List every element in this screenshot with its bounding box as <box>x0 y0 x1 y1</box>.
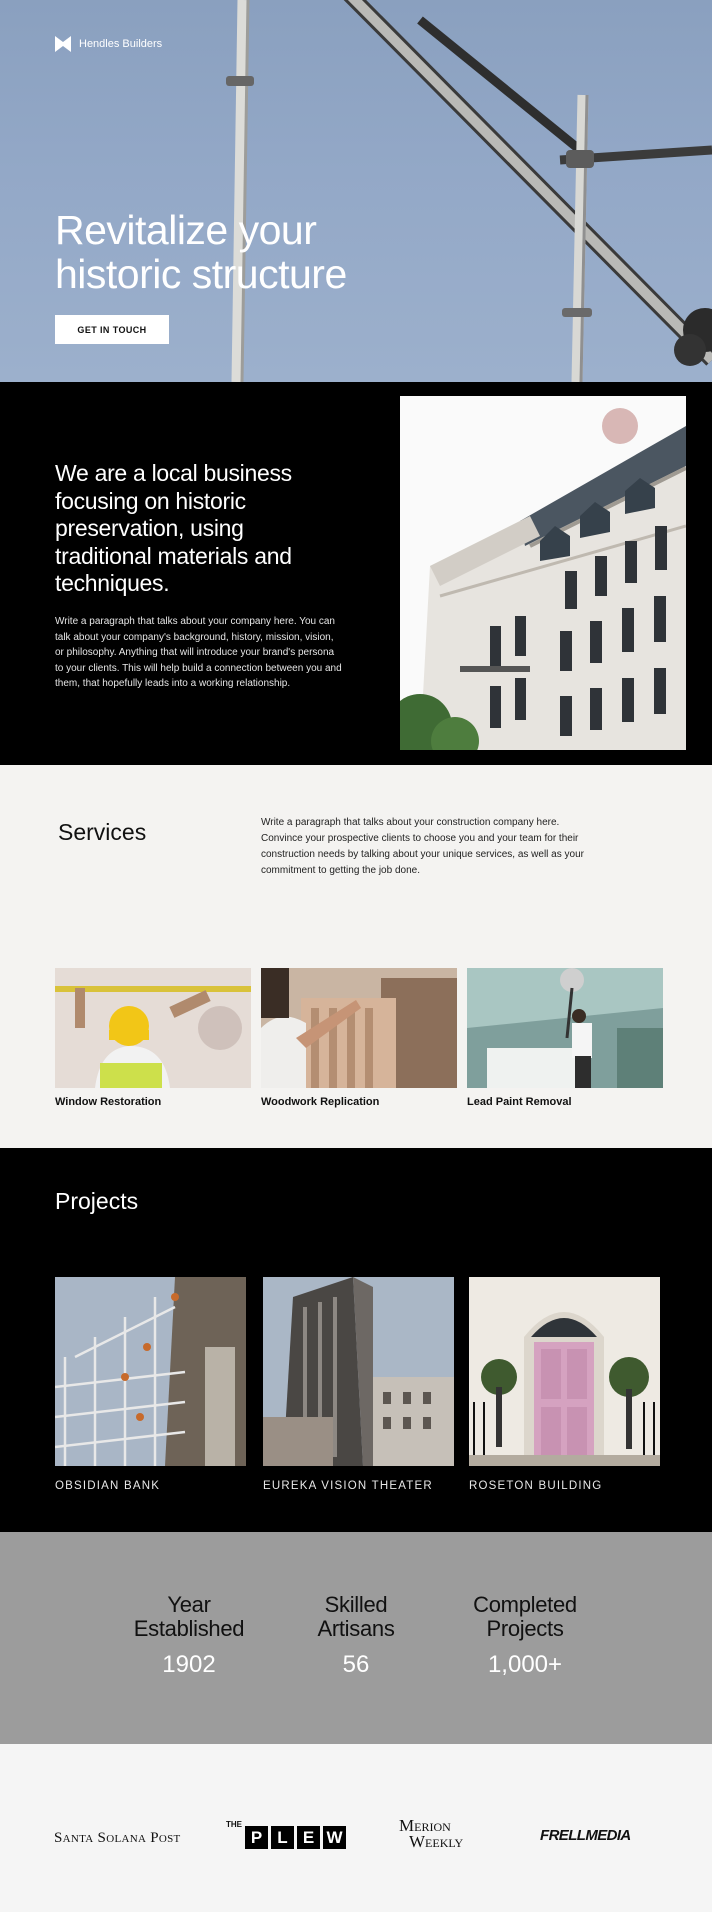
stat-completed-projects: Completed Projects 1,000+ <box>455 1593 595 1679</box>
project-label: OBSIDIAN BANK <box>55 1480 161 1492</box>
about-body: Write a paragraph that talks about your … <box>55 616 342 689</box>
santa-solana-post-logo: Santa Solana Post <box>54 1830 181 1846</box>
plew-letter: L <box>271 1826 294 1849</box>
the-plew-prefix: THE <box>226 1820 242 1829</box>
projects-title: Projects <box>55 1188 139 1214</box>
eureka-vision-theater-photo <box>263 1277 454 1466</box>
stat-value: 1902 <box>162 1651 216 1678</box>
stat-title-line1: Skilled <box>324 1592 388 1617</box>
get-in-touch-button[interactable]: GET IN TOUCH <box>55 315 169 344</box>
hero-title-line2: historic structure <box>55 251 347 297</box>
projects-section: Projects OBSIDIAN BANK EUREKA VISION THE… <box>0 1148 712 1532</box>
plew-letter: P <box>245 1826 268 1849</box>
woodwork-replication-photo <box>261 968 457 1088</box>
stat-skilled-artisans: Skilled Artisans 56 <box>296 1593 416 1679</box>
stat-title: Year Established <box>120 1593 258 1641</box>
project-card-obsidian-bank[interactable]: OBSIDIAN BANK <box>55 1277 246 1492</box>
press-logos-section: Santa Solana Post THE P L E W Merion Wee… <box>0 1744 712 1912</box>
plew-letter: E <box>297 1826 320 1849</box>
plew-letter: W <box>323 1826 346 1849</box>
the-plew-letters: P L E W <box>245 1826 346 1849</box>
stat-value: 1,000+ <box>487 1651 563 1678</box>
obsidian-bank-photo <box>55 1277 246 1466</box>
the-plew-logo: THE P L E W <box>226 1818 346 1849</box>
service-card-lead-paint-removal[interactable]: Lead Paint Removal <box>467 968 663 1108</box>
about-heading: We are a local business focusing on hist… <box>55 460 292 596</box>
project-label: EUREKA VISION THEATER <box>263 1480 433 1492</box>
stat-title-line2: Projects <box>486 1616 564 1641</box>
frellmedia-logo: FRELLMEDIA <box>540 1827 631 1844</box>
lead-paint-removal-photo <box>467 968 663 1088</box>
project-card-roseton-building[interactable]: ROSETON BUILDING <box>469 1277 660 1492</box>
stat-title-line1: Year <box>167 1592 211 1617</box>
hero-title: Revitalize your historic structure <box>55 208 347 296</box>
about-section: We are a local business focusing on hist… <box>0 382 712 765</box>
services-intro: Write a paragraph that talks about your … <box>261 817 584 876</box>
project-label: ROSETON BUILDING <box>469 1480 603 1492</box>
brand-mark-icon <box>55 36 71 52</box>
stat-title-line2: Established <box>133 1616 245 1641</box>
stat-title: Skilled Artisans <box>296 1593 416 1641</box>
merion-weekly-logo: Merion Weekly <box>399 1817 464 1851</box>
stat-value: 56 <box>342 1651 370 1678</box>
stats-section: Year Established 1902 Skilled Artisans 5… <box>0 1532 712 1744</box>
stat-title-line1: Completed <box>473 1592 577 1617</box>
services-title: Services <box>58 819 147 845</box>
stat-title-line2: Artisans <box>317 1616 395 1641</box>
brand-logo[interactable]: Hendles Builders <box>55 36 162 52</box>
service-label: Lead Paint Removal <box>467 1096 572 1108</box>
historic-building-photo <box>400 396 686 750</box>
roseton-building-photo <box>469 1277 660 1466</box>
window-restoration-photo <box>55 968 251 1088</box>
hero-title-line1: Revitalize your <box>55 207 317 253</box>
service-label: Window Restoration <box>55 1096 162 1108</box>
services-section: Services Write a paragraph that talks ab… <box>0 765 712 1148</box>
merion-weekly-line2: Weekly <box>409 1832 464 1851</box>
stat-title: Completed Projects <box>455 1593 595 1641</box>
service-card-woodwork-replication[interactable]: Woodwork Replication <box>261 968 457 1108</box>
service-label: Woodwork Replication <box>261 1096 380 1108</box>
project-card-eureka-vision-theater[interactable]: EUREKA VISION THEATER <box>263 1277 454 1492</box>
service-card-window-restoration[interactable]: Window Restoration <box>55 968 251 1108</box>
brand-name: Hendles Builders <box>79 38 163 50</box>
stat-year-established: Year Established 1902 <box>120 1593 258 1679</box>
hero-section: Hendles Builders Revitalize your histori… <box>0 0 712 382</box>
